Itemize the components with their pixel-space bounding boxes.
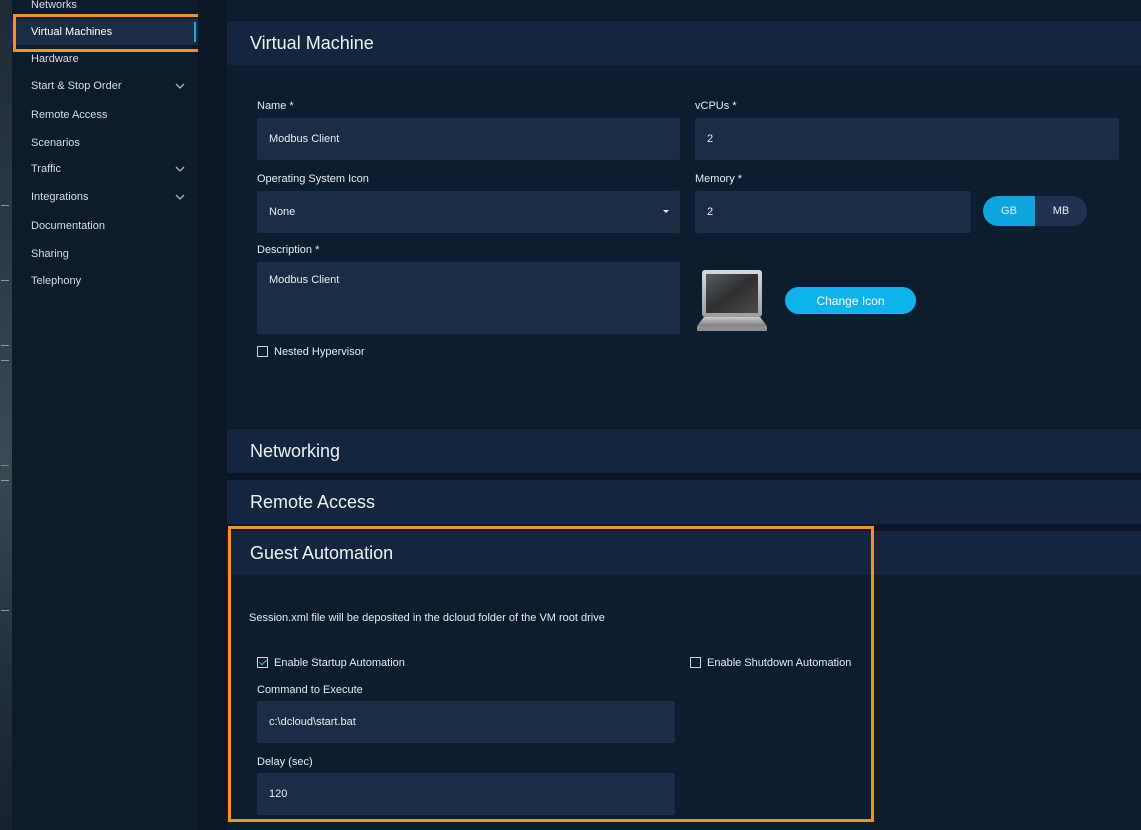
os-icon-select[interactable]: None (257, 191, 680, 233)
description-label: Description * (257, 244, 320, 256)
sidebar-item-integrations[interactable]: Integrations (12, 184, 198, 210)
description-textarea-value: Modbus Client (269, 274, 340, 286)
sidebar-item-label: Remote Access (31, 109, 108, 121)
sidebar-item-label: Sharing (31, 248, 69, 260)
delay-input[interactable]: 120 (257, 773, 675, 815)
enable-shutdown-automation-checkbox[interactable] (690, 657, 701, 668)
top-section-remnant (227, 0, 1141, 20)
sidebar-item-remote-access[interactable]: Remote Access (12, 102, 198, 128)
section-title: Remote Access (250, 491, 376, 512)
enable-startup-automation-checkbox[interactable] (257, 657, 268, 668)
memory-input-value: 2 (707, 206, 714, 218)
description-textarea[interactable]: Modbus Client (257, 262, 680, 334)
sidebar-item-label: Hardware (31, 53, 79, 65)
section-header-remote-access[interactable]: Remote Access (227, 480, 1141, 524)
section-header-guest-automation[interactable]: Guest Automation (227, 531, 1141, 575)
vcpus-label: vCPUs * (695, 100, 737, 112)
sidebar-item-label: Traffic (31, 163, 61, 175)
sidebar-item-label: Networks (31, 0, 77, 11)
os-icon-label: Operating System Icon (257, 173, 369, 185)
command-label: Command to Execute (257, 684, 363, 696)
chevron-down-icon[interactable] (174, 163, 186, 175)
command-input-value: c:\dcloud\start.bat (269, 716, 356, 728)
command-input[interactable]: c:\dcloud\start.bat (257, 701, 675, 743)
section-body-guest-automation: Session.xml file will be deposited in th… (227, 575, 1141, 830)
change-icon-button[interactable]: Change Icon (785, 287, 916, 314)
sidebar-item-scenarios[interactable]: Scenarios (12, 130, 198, 156)
sidebar-item-telephony[interactable]: Telephony (12, 268, 198, 294)
memory-label: Memory * (695, 173, 743, 185)
name-label: Name * (257, 100, 294, 112)
enable-startup-automation-label: Enable Startup Automation (274, 657, 405, 669)
sidebar-item-start-stop-order[interactable]: Start & Stop Order (12, 73, 198, 99)
sidebar-item-traffic[interactable]: Traffic (12, 156, 198, 182)
sidebar-nav: Networks Virtual Machines Hardware Start… (12, 0, 198, 830)
sidebar-item-documentation[interactable]: Documentation (12, 213, 198, 239)
nested-hypervisor-checkbox[interactable] (257, 346, 268, 357)
sidebar-item-label: Documentation (31, 220, 105, 232)
sidebar-item-virtual-machines[interactable]: Virtual Machines (12, 19, 198, 45)
desktop-background-strip (0, 0, 12, 830)
main-content: Virtual Machine Name * Modbus Client vCP… (198, 0, 1141, 830)
guest-automation-info-text: Session.xml file will be deposited in th… (249, 612, 605, 624)
sidebar-item-networks[interactable]: Networks (12, 0, 198, 18)
section-header-virtual-machine[interactable]: Virtual Machine (227, 21, 1141, 65)
name-input-value: Modbus Client (269, 133, 340, 145)
app-window: Networks Virtual Machines Hardware Start… (0, 0, 1141, 830)
sidebar-item-label: Start & Stop Order (31, 80, 122, 92)
unit-gb-option[interactable]: GB (983, 196, 1035, 226)
delay-input-value: 120 (269, 788, 288, 800)
section-body-virtual-machine: Name * Modbus Client vCPUs * 2 Operating… (227, 65, 1141, 428)
sidebar-item-label: Telephony (31, 275, 82, 287)
section-title: Guest Automation (250, 542, 394, 563)
caret-down-icon (663, 210, 669, 213)
laptop-icon (697, 270, 767, 331)
delay-label: Delay (sec) (257, 756, 313, 768)
os-icon-select-value: None (269, 206, 296, 218)
nested-hypervisor-label: Nested Hypervisor (274, 346, 365, 358)
chevron-down-icon[interactable] (174, 80, 186, 92)
memory-input[interactable]: 2 (695, 191, 971, 233)
sidebar-item-label: Integrations (31, 191, 89, 203)
vcpus-input-value: 2 (707, 133, 714, 145)
sidebar-item-hardware[interactable]: Hardware (12, 46, 198, 72)
chevron-down-icon[interactable] (174, 191, 186, 203)
memory-unit-toggle: GB MB (983, 196, 1087, 226)
sidebar-item-label: Virtual Machines (31, 26, 113, 38)
section-header-networking[interactable]: Networking (227, 429, 1141, 473)
section-title: Virtual Machine (250, 32, 374, 53)
sidebar-item-sharing[interactable]: Sharing (12, 241, 198, 267)
enable-shutdown-automation-label: Enable Shutdown Automation (707, 657, 852, 669)
vcpus-input[interactable]: 2 (695, 118, 1119, 160)
name-input[interactable]: Modbus Client (257, 118, 680, 160)
unit-mb-option[interactable]: MB (1035, 196, 1087, 226)
sidebar-item-label: Scenarios (31, 137, 80, 149)
section-title: Networking (250, 440, 341, 461)
